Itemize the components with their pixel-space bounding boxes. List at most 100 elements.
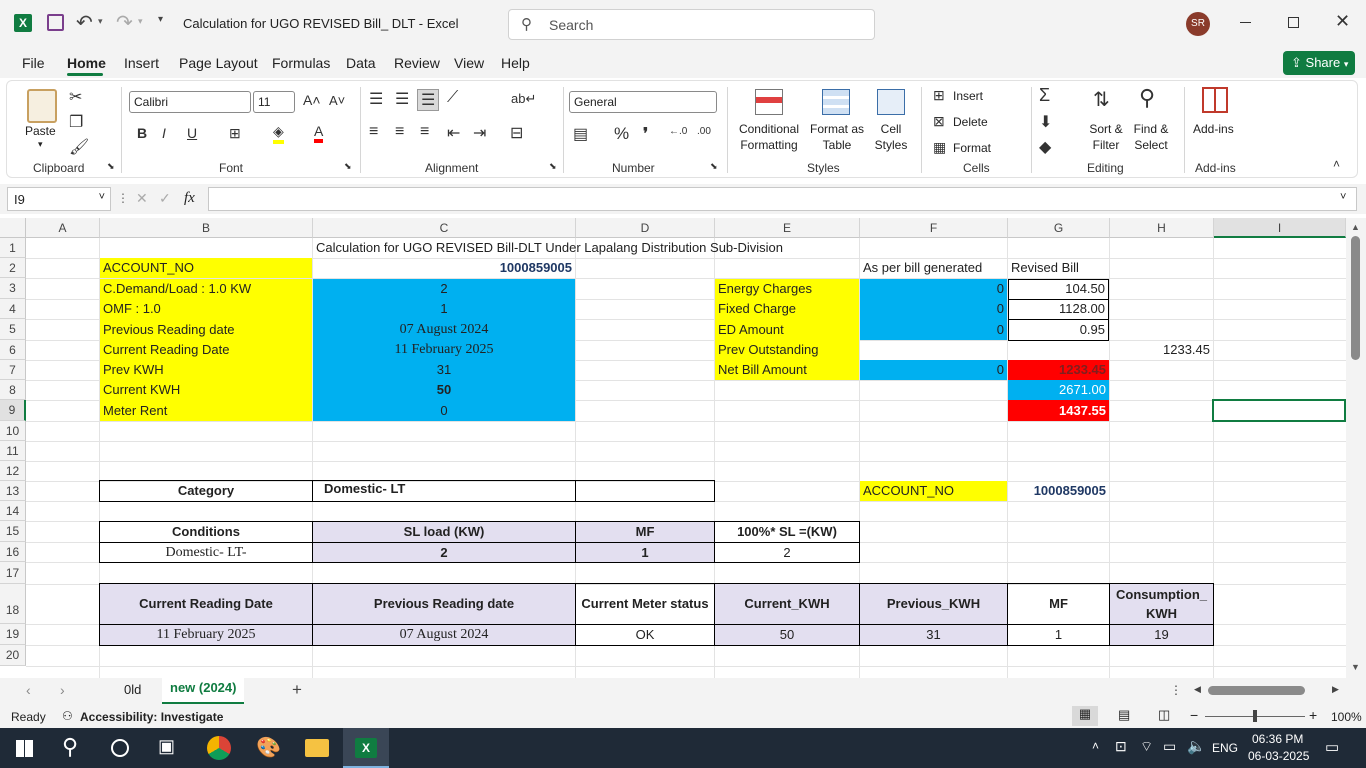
cell-h18[interactable]: Consumption_KWH bbox=[1109, 583, 1214, 625]
column-header-g[interactable]: G bbox=[1008, 218, 1110, 238]
cell-b19[interactable]: 11 February 2025 bbox=[99, 624, 313, 646]
cell-b9[interactable]: Meter Rent bbox=[100, 400, 312, 421]
enter-icon[interactable]: ✓ bbox=[159, 190, 171, 207]
dialog-launcher-icon[interactable]: ⬊ bbox=[710, 161, 718, 172]
cell-c18[interactable]: Previous Reading date bbox=[312, 583, 576, 625]
cell-c9[interactable]: 0 bbox=[313, 400, 575, 421]
row-header[interactable]: 2 bbox=[0, 258, 26, 278]
clock-time[interactable]: 06:36 PM bbox=[1252, 732, 1303, 746]
tab-review[interactable]: Review bbox=[392, 55, 442, 71]
row-header[interactable]: 18 bbox=[0, 584, 26, 624]
cell-c7[interactable]: 31 bbox=[313, 360, 575, 380]
cell-d18[interactable]: Current Meter status bbox=[575, 583, 715, 625]
italic-icon[interactable]: I bbox=[162, 125, 166, 141]
cell-b15[interactable]: Conditions bbox=[99, 521, 313, 543]
cell-styles-button[interactable]: Cell Styles bbox=[869, 121, 913, 153]
cell-b5[interactable]: Previous Reading date bbox=[100, 319, 312, 340]
percent-icon[interactable]: % bbox=[614, 124, 629, 144]
cell-g13[interactable]: 1000859005 bbox=[1008, 481, 1109, 501]
column-header-i[interactable]: I bbox=[1214, 218, 1346, 238]
cell-b2[interactable]: ACCOUNT_NO bbox=[100, 258, 312, 278]
cell-f7[interactable]: 0 bbox=[860, 360, 1007, 380]
page-break-view-icon[interactable]: ◫ bbox=[1158, 707, 1170, 723]
zoom-out-icon[interactable]: − bbox=[1190, 707, 1198, 723]
cell-g9[interactable]: 1437.55 bbox=[1008, 400, 1109, 421]
cell-f2[interactable]: As per bill generated bbox=[860, 258, 1007, 278]
row-header[interactable]: 20 bbox=[0, 645, 26, 666]
delete-cells-button[interactable]: Delete bbox=[953, 114, 988, 130]
restore-icon[interactable] bbox=[1288, 17, 1299, 28]
decrease-font-icon[interactable]: A˅ bbox=[329, 93, 345, 108]
add-sheet-icon[interactable]: + bbox=[292, 680, 302, 700]
clear-icon[interactable]: ◆ bbox=[1039, 137, 1051, 157]
tab-help[interactable]: Help bbox=[499, 55, 532, 71]
select-all-corner[interactable] bbox=[0, 218, 26, 238]
worksheet-grid[interactable]: A B C D E F G H I 1 2 3 4 5 6 7 8 9 10 1… bbox=[0, 218, 1366, 678]
cancel-icon[interactable]: ✕ bbox=[136, 190, 148, 207]
cell-e4[interactable]: Fixed Charge bbox=[715, 299, 859, 319]
page-layout-view-icon[interactable]: ▤ bbox=[1118, 707, 1130, 723]
paste-button[interactable]: Paste bbox=[25, 123, 56, 139]
dialog-launcher-icon[interactable]: ⬊ bbox=[107, 161, 115, 172]
tab-view[interactable]: View bbox=[452, 55, 486, 71]
accessibility-status[interactable]: Accessibility: Investigate bbox=[80, 710, 223, 724]
increase-font-icon[interactable]: A˄ bbox=[303, 92, 321, 108]
prev-sheet-icon[interactable]: ‹ bbox=[26, 682, 31, 698]
insert-function-icon[interactable]: fx bbox=[184, 190, 195, 207]
format-as-table-button[interactable]: Format as Table bbox=[807, 121, 867, 153]
row-header[interactable]: 11 bbox=[0, 441, 26, 461]
cell-d16[interactable]: 1 bbox=[575, 542, 715, 563]
cell-e19[interactable]: 50 bbox=[714, 624, 860, 646]
row-header[interactable]: 3 bbox=[0, 278, 26, 299]
tab-data[interactable]: Data bbox=[344, 55, 378, 71]
dialog-launcher-icon[interactable]: ⬊ bbox=[549, 161, 557, 172]
cell-h6[interactable]: 1233.45 bbox=[1110, 340, 1213, 360]
cell-g7[interactable]: 1233.45 bbox=[1008, 360, 1109, 380]
align-bottom-icon[interactable]: ☰ bbox=[417, 89, 440, 111]
tab-formulas[interactable]: Formulas bbox=[270, 55, 332, 71]
sheet-tab-new-2024[interactable]: new (2024) bbox=[162, 678, 245, 704]
orientation-icon[interactable]: ⟋ bbox=[447, 89, 458, 107]
row-header[interactable]: 13 bbox=[0, 481, 26, 501]
cell-g4[interactable]: 1128.00 bbox=[1008, 299, 1109, 320]
more-icon[interactable]: ⋮ bbox=[1170, 683, 1182, 697]
cell-c5[interactable]: 07 August 2024 bbox=[313, 319, 575, 340]
tab-home[interactable]: Home bbox=[65, 55, 108, 71]
cell-e6[interactable]: Prev Outstanding bbox=[715, 340, 859, 360]
dialog-launcher-icon[interactable]: ⬊ bbox=[344, 161, 352, 172]
underline-icon[interactable]: U bbox=[187, 125, 197, 141]
column-header-h[interactable]: H bbox=[1110, 218, 1214, 238]
wrap-text-icon[interactable]: ab↵ bbox=[511, 91, 536, 107]
chrome-icon[interactable] bbox=[207, 736, 231, 760]
align-top-icon[interactable]: ☰ bbox=[369, 89, 383, 109]
cell-b7[interactable]: Prev KWH bbox=[100, 360, 312, 380]
wifi-icon[interactable]: ⌔ bbox=[1140, 738, 1153, 756]
cell-b18[interactable]: Current Reading Date bbox=[99, 583, 313, 625]
network-icon[interactable]: ▭ bbox=[1163, 738, 1176, 755]
row-header[interactable]: 10 bbox=[0, 421, 26, 441]
cell-c15[interactable]: SL load (KW) bbox=[312, 521, 576, 543]
add-ins-button[interactable]: Add-ins bbox=[1193, 121, 1234, 137]
name-box[interactable]: I9 ˅ bbox=[7, 187, 111, 211]
cell-f4[interactable]: 0 bbox=[860, 299, 1007, 319]
clock-date[interactable]: 06-03-2025 bbox=[1248, 749, 1309, 763]
tab-page-layout[interactable]: Page Layout bbox=[177, 55, 260, 71]
vertical-scroll-thumb[interactable] bbox=[1351, 236, 1360, 360]
row-header[interactable]: 19 bbox=[0, 624, 26, 645]
chevron-down-icon[interactable]: ▾ bbox=[138, 16, 143, 27]
format-cells-button[interactable]: Format bbox=[953, 140, 991, 156]
cell-c4[interactable]: 1 bbox=[313, 299, 575, 319]
font-color-icon[interactable]: A bbox=[314, 123, 324, 143]
merge-center-icon[interactable]: ⊟ bbox=[510, 123, 523, 143]
borders-icon[interactable]: ⊞ bbox=[229, 125, 241, 142]
copy-icon[interactable]: ❐ bbox=[69, 112, 83, 132]
cell-e7[interactable]: Net Bill Amount bbox=[715, 360, 859, 380]
decrease-indent-icon[interactable]: ⇤ bbox=[447, 123, 460, 143]
normal-view-icon[interactable]: ▦ bbox=[1072, 706, 1098, 726]
tray-chevron-icon[interactable]: ˄ bbox=[1092, 739, 1099, 753]
comma-style-icon[interactable]: ❜ bbox=[643, 124, 648, 144]
align-center-icon[interactable]: ≡ bbox=[395, 123, 404, 141]
row-header[interactable]: 12 bbox=[0, 461, 26, 481]
row-header[interactable]: 5 bbox=[0, 319, 26, 340]
row-header[interactable]: 1 bbox=[0, 238, 26, 258]
